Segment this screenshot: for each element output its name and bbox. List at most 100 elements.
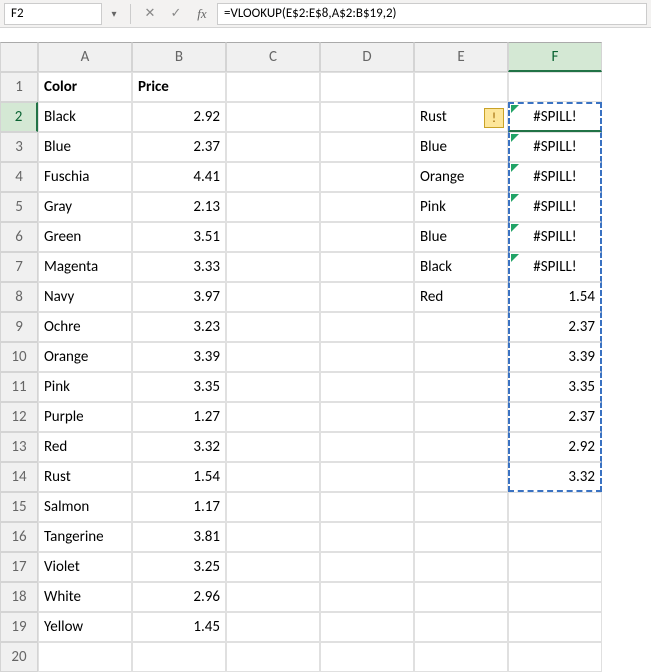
cell-B18[interactable]: 2.96: [132, 582, 226, 612]
cell-B3[interactable]: 2.37: [132, 132, 226, 162]
cell-E8[interactable]: Red: [414, 282, 508, 312]
cell-E17[interactable]: [414, 552, 508, 582]
col-header-F[interactable]: F: [508, 42, 602, 72]
cell-E11[interactable]: [414, 372, 508, 402]
row-header-10[interactable]: 10: [0, 342, 38, 372]
spreadsheet-grid[interactable]: A B C D E F 1 Color Price 2 Black 2.92 R…: [0, 42, 651, 672]
cell-D2[interactable]: [320, 102, 414, 132]
cell-A14[interactable]: Rust: [38, 462, 132, 492]
cell-C12[interactable]: [226, 402, 320, 432]
cell-F7[interactable]: #SPILL!: [508, 252, 602, 282]
cell-E16[interactable]: [414, 522, 508, 552]
cell-B4[interactable]: 4.41: [132, 162, 226, 192]
cell-B12[interactable]: 1.27: [132, 402, 226, 432]
cell-D16[interactable]: [320, 522, 414, 552]
col-header-A[interactable]: A: [38, 42, 132, 72]
cell-C4[interactable]: [226, 162, 320, 192]
cell-B11[interactable]: 3.35: [132, 372, 226, 402]
cell-D12[interactable]: [320, 402, 414, 432]
cell-B10[interactable]: 3.39: [132, 342, 226, 372]
row-header-17[interactable]: 17: [0, 552, 38, 582]
cell-E10[interactable]: [414, 342, 508, 372]
cell-B19[interactable]: 1.45: [132, 612, 226, 642]
cell-B5[interactable]: 2.13: [132, 192, 226, 222]
cell-D4[interactable]: [320, 162, 414, 192]
cell-F9[interactable]: 2.37: [508, 312, 602, 342]
cell-D3[interactable]: [320, 132, 414, 162]
cell-D9[interactable]: [320, 312, 414, 342]
col-header-B[interactable]: B: [132, 42, 226, 72]
row-header-6[interactable]: 6: [0, 222, 38, 252]
enter-icon[interactable]: ✓: [165, 3, 187, 25]
cell-E15[interactable]: [414, 492, 508, 522]
cell-C13[interactable]: [226, 432, 320, 462]
cell-D13[interactable]: [320, 432, 414, 462]
cell-A18[interactable]: White: [38, 582, 132, 612]
cell-A11[interactable]: Pink: [38, 372, 132, 402]
row-header-5[interactable]: 5: [0, 192, 38, 222]
cell-E12[interactable]: [414, 402, 508, 432]
cell-E19[interactable]: [414, 612, 508, 642]
cell-A4[interactable]: Fuschia: [38, 162, 132, 192]
cell-B20[interactable]: [132, 642, 226, 672]
cell-D17[interactable]: [320, 552, 414, 582]
cell-C15[interactable]: [226, 492, 320, 522]
cell-C7[interactable]: [226, 252, 320, 282]
cell-D8[interactable]: [320, 282, 414, 312]
cell-F11[interactable]: 3.35: [508, 372, 602, 402]
cell-F8[interactable]: 1.54: [508, 282, 602, 312]
cell-F1[interactable]: [508, 72, 602, 102]
cell-F20[interactable]: [508, 642, 602, 672]
cell-C6[interactable]: [226, 222, 320, 252]
cell-B7[interactable]: 3.33: [132, 252, 226, 282]
cell-F5[interactable]: #SPILL!: [508, 192, 602, 222]
cell-E4[interactable]: Orange: [414, 162, 508, 192]
cell-D7[interactable]: [320, 252, 414, 282]
cell-A9[interactable]: Ochre: [38, 312, 132, 342]
cell-F10[interactable]: 3.39: [508, 342, 602, 372]
row-header-19[interactable]: 19: [0, 612, 38, 642]
cell-A12[interactable]: Purple: [38, 402, 132, 432]
cell-F16[interactable]: [508, 522, 602, 552]
col-header-C[interactable]: C: [226, 42, 320, 72]
cell-A8[interactable]: Navy: [38, 282, 132, 312]
cell-D18[interactable]: [320, 582, 414, 612]
cell-E5[interactable]: Pink: [414, 192, 508, 222]
cell-E9[interactable]: [414, 312, 508, 342]
row-header-13[interactable]: 13: [0, 432, 38, 462]
cell-C17[interactable]: [226, 552, 320, 582]
cell-E20[interactable]: [414, 642, 508, 672]
cell-D10[interactable]: [320, 342, 414, 372]
cell-B2[interactable]: 2.92: [132, 102, 226, 132]
row-header-15[interactable]: 15: [0, 492, 38, 522]
cell-F12[interactable]: 2.37: [508, 402, 602, 432]
cell-A5[interactable]: Gray: [38, 192, 132, 222]
row-header-2[interactable]: 2: [0, 102, 38, 132]
fx-icon[interactable]: fx: [191, 3, 213, 25]
formula-input[interactable]: =VLOOKUP(E$2:E$8,A$2:B$19,2): [217, 3, 647, 25]
row-header-8[interactable]: 8: [0, 282, 38, 312]
cell-E3[interactable]: Blue: [414, 132, 508, 162]
cell-D1[interactable]: [320, 72, 414, 102]
row-header-12[interactable]: 12: [0, 402, 38, 432]
cell-F4[interactable]: #SPILL!: [508, 162, 602, 192]
cell-D11[interactable]: [320, 372, 414, 402]
row-header-4[interactable]: 4: [0, 162, 38, 192]
cell-B17[interactable]: 3.25: [132, 552, 226, 582]
name-box[interactable]: F2: [4, 3, 102, 25]
cell-A7[interactable]: Magenta: [38, 252, 132, 282]
row-header-1[interactable]: 1: [0, 72, 38, 102]
cell-F19[interactable]: [508, 612, 602, 642]
cell-A20[interactable]: [38, 642, 132, 672]
cell-A19[interactable]: Yellow: [38, 612, 132, 642]
cell-A17[interactable]: Violet: [38, 552, 132, 582]
row-header-20[interactable]: 20: [0, 642, 38, 672]
cell-F6[interactable]: #SPILL!: [508, 222, 602, 252]
cell-A2[interactable]: Black: [38, 102, 132, 132]
cell-A10[interactable]: Orange: [38, 342, 132, 372]
cell-E1[interactable]: [414, 72, 508, 102]
cell-F2[interactable]: ! #SPILL!: [508, 102, 602, 132]
cell-A15[interactable]: Salmon: [38, 492, 132, 522]
row-header-9[interactable]: 9: [0, 312, 38, 342]
cell-F3[interactable]: #SPILL!: [508, 132, 602, 162]
